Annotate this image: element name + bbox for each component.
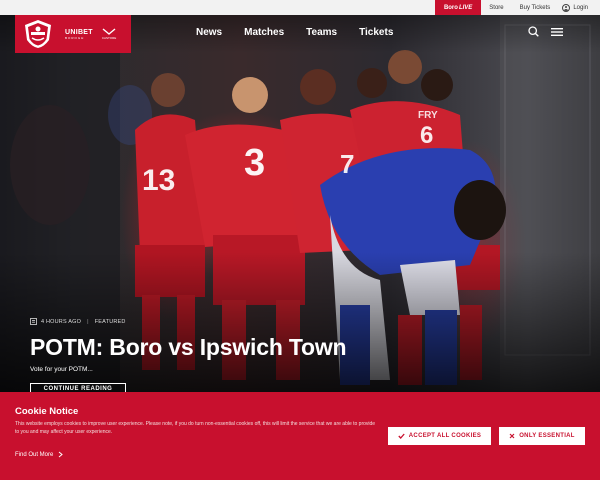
nav-news[interactable]: News	[196, 27, 222, 38]
chevron-right-icon	[59, 451, 64, 458]
shirt-name-fry: FRY	[418, 110, 438, 121]
find-out-more-label: Find Out More	[15, 451, 54, 458]
sponsor-logo[interactable]: UNIBET BOROGH	[65, 29, 93, 40]
time-ago: 4 HOURS AGO	[41, 318, 82, 325]
cookie-banner: Cookie Notice This website employs cooki…	[0, 392, 600, 480]
club-crest-icon[interactable]	[21, 17, 55, 51]
utility-bar: Boro LIVE Store Buy Tickets Login	[0, 0, 600, 15]
shirt-number-3: 3	[244, 142, 265, 184]
find-out-more-link[interactable]: Find Out More	[15, 451, 64, 458]
close-icon	[509, 433, 515, 439]
nav-matches[interactable]: Matches	[244, 27, 284, 38]
article-meta: 4 HOURS AGO | FEATURED	[30, 318, 126, 325]
brand-box[interactable]: UNIBET BOROGH CASTORE	[15, 15, 131, 53]
accept-all-label: ACCEPT ALL COOKIES	[408, 433, 482, 439]
main-nav: News Matches Teams Tickets	[196, 15, 393, 49]
hero-subtitle: Vote for your POTM...	[30, 366, 93, 373]
shirt-number-7: 7	[340, 149, 354, 179]
sponsor-tag: BOROGH	[65, 35, 85, 40]
search-icon[interactable]	[528, 26, 539, 37]
shirt-number-6: 6	[420, 122, 433, 149]
cookie-title: Cookie Notice	[15, 406, 79, 417]
boro-live-label: Boro	[443, 4, 458, 11]
castore-icon	[102, 28, 116, 35]
header-icons	[528, 26, 563, 37]
nav-tickets[interactable]: Tickets	[359, 27, 393, 38]
accept-all-cookies-button[interactable]: ACCEPT ALL COOKIES	[388, 427, 491, 445]
kit-sponsor-name: CASTORE	[101, 36, 117, 40]
featured-tag: FEATURED	[94, 318, 126, 325]
login-link[interactable]: Login	[558, 3, 600, 12]
kit-sponsor-logo[interactable]: CASTORE	[102, 28, 116, 41]
buy-tickets-link[interactable]: Buy Tickets	[512, 5, 559, 11]
boro-live-suffix: LIVE	[458, 4, 473, 11]
site-header: UNIBET BOROGH CASTORE News Matches Teams…	[0, 15, 600, 53]
hero-headline[interactable]: POTM: Boro vs Ipswich Town	[30, 334, 347, 361]
cookie-text: This website employs cookies to improve …	[15, 421, 376, 435]
menu-icon[interactable]	[551, 27, 563, 37]
check-icon	[398, 433, 405, 439]
sponsor-name: UNIBET	[65, 28, 93, 36]
boro-live-button[interactable]: Boro LIVE	[434, 0, 482, 15]
shirt-number-13: 13	[142, 164, 175, 197]
only-essential-label: ONLY ESSENTIAL	[519, 433, 575, 439]
nav-teams[interactable]: Teams	[306, 27, 337, 38]
only-essential-button[interactable]: ONLY ESSENTIAL	[499, 427, 585, 445]
article-icon	[30, 318, 37, 325]
meta-separator: |	[87, 318, 89, 325]
store-link[interactable]: Store	[481, 5, 511, 11]
user-icon	[562, 3, 571, 12]
login-label: Login	[573, 4, 588, 11]
